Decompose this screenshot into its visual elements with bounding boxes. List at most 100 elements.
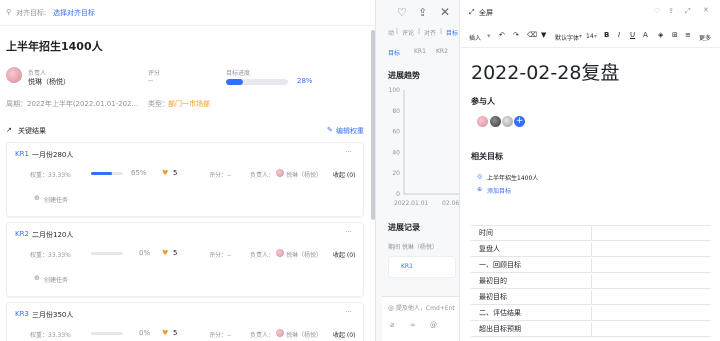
format-painter-icon[interactable]: ▼ (541, 31, 546, 39)
kr-progress-bar[interactable] (91, 252, 123, 255)
period-text: 周期：2022年上半年(2022.01.01-202... (6, 100, 139, 108)
table-row[interactable]: 时间 (471, 226, 711, 241)
side-item-goal[interactable]: 目标 (446, 28, 458, 37)
doc-topbar: ⤢ 全屏 ♡ ⇪ ⤢ ✕ (461, 0, 720, 24)
add-goal-icon[interactable]: ⊕ (477, 186, 482, 193)
fill-color-icon[interactable]: ◈ (658, 31, 663, 39)
kr-card-3[interactable]: KR3 三月份350人 ··· 权重：33.33% 0% ♥ 5 评分：-- 负… (6, 302, 364, 341)
thumb-icon[interactable]: ♡ (654, 7, 660, 15)
like-button-icon[interactable]: ♡ (397, 6, 407, 19)
close-icon[interactable]: ✕ (440, 5, 450, 19)
owner-name[interactable]: 悦琳（杨悦） (28, 77, 70, 87)
kr-id: KR3 (15, 310, 29, 318)
score-value: -- (148, 77, 154, 85)
tab-goal[interactable]: 目标 (388, 48, 400, 57)
italic-icon[interactable]: I (618, 31, 620, 39)
kr-id: KR1 (15, 150, 29, 158)
create-task-button[interactable]: 创建任务 (44, 195, 68, 204)
edit-weight-button[interactable]: 编辑权重 (336, 126, 364, 136)
kr-card-1[interactable]: KR1 一月份280人 ··· 权重：33.33% 65% ♥ 5 评分：-- … (6, 142, 364, 217)
kr-collect[interactable]: 收起 (0) (333, 250, 355, 259)
goal-title: 上半年招生1400人 (6, 40, 103, 53)
create-task-button[interactable]: 创建任务 (44, 275, 68, 284)
doc-title[interactable]: 2022-02-28复盘 (471, 58, 619, 85)
underline-icon[interactable]: U (630, 31, 635, 39)
link-icon[interactable]: ∞ (410, 321, 416, 329)
participant-avatar[interactable] (477, 116, 488, 127)
table-icon[interactable]: ⊞ (672, 31, 678, 39)
fullscreen-icon[interactable]: ⤢ (469, 8, 475, 17)
mention-icon[interactable]: @ (430, 321, 437, 329)
font-size-select[interactable]: 14 (586, 33, 594, 40)
y-tick-label: 40 (392, 149, 400, 156)
redo-icon[interactable]: ↷ (513, 31, 519, 39)
kr-collect[interactable]: 收起 (0) (333, 170, 355, 179)
side-item-comments[interactable]: 评论 (402, 28, 414, 37)
share-icon[interactable]: ⇪ (668, 7, 674, 15)
kr-weight: 权重：33.33% (30, 332, 71, 339)
tab-kr2[interactable]: KR2 (436, 48, 448, 55)
kr-card-2[interactable]: KR2 二月份120人 ··· 权重：33.33% 0% ♥ 5 评分：-- 负… (6, 222, 364, 297)
kr-header: 关键结果 (18, 127, 46, 135)
type-value[interactable]: 部门一市场部 (168, 99, 210, 109)
more-icon[interactable]: ··· (345, 148, 352, 156)
heart-icon: ♥ (162, 329, 169, 337)
participant-avatar[interactable] (502, 116, 513, 127)
add-task-icon[interactable]: ⊕ (34, 274, 40, 282)
add-participant-icon[interactable]: + (514, 116, 525, 127)
attach-icon[interactable]: ⌀ (390, 321, 394, 329)
font-select[interactable]: 默认字体 (555, 33, 579, 42)
insert-menu[interactable]: 插入 (469, 33, 481, 42)
comment-input[interactable]: @ 提及他人，Cmd+Ent (388, 303, 455, 312)
kr-progress-value: 65% (131, 169, 147, 177)
expand-icon[interactable]: ⤢ (685, 7, 691, 16)
undo-icon[interactable]: ↶ (499, 31, 505, 39)
side-item-align[interactable]: 对齐 (424, 28, 436, 37)
insert-chevron-icon[interactable]: ▾ (487, 32, 491, 40)
y-tick-label: 20 (392, 170, 400, 177)
share-icon[interactable]: ⇪ (418, 6, 427, 19)
kr-progress-bar[interactable] (91, 172, 123, 175)
fullscreen-button[interactable]: 全屏 (479, 8, 493, 18)
more-icon[interactable]: ··· (345, 308, 352, 316)
align-target-link[interactable]: 选择对齐目标 (53, 8, 95, 18)
add-goal-button[interactable]: 添加目标 (487, 186, 511, 195)
progress-value: 28% (297, 77, 313, 85)
table-row[interactable]: 最初目标 (471, 290, 711, 305)
participants-heading: 参与人 (471, 97, 495, 106)
trend-icon: ↗ (6, 126, 12, 134)
goal-side-panel: 动 | 评论 | 对齐 | 目标 目标 KR1 KR2 进展趋势 100 80 60… (376, 0, 460, 341)
text-color-icon[interactable]: A (643, 31, 648, 39)
kr-title[interactable]: 一月份280人 (32, 150, 73, 160)
size-chevron-icon[interactable]: ▾ (594, 33, 597, 40)
edit-weight-icon[interactable]: ✎ (327, 126, 333, 134)
related-goal[interactable]: 上半年招生1400人 (487, 173, 538, 182)
comment-box[interactable]: @ 提及他人，Cmd+Ent ⌀ ∞ @ (382, 296, 459, 341)
add-task-icon[interactable]: ⊕ (34, 194, 40, 202)
participant-avatar[interactable] (490, 116, 501, 127)
table-row[interactable]: 一、回顾目标 (471, 258, 711, 273)
table-row[interactable]: 超出目标预期 (471, 322, 711, 337)
kr-title[interactable]: 三月份350人 (32, 310, 73, 320)
table-row[interactable]: 复盘人 (471, 242, 711, 257)
close-icon[interactable]: ✕ (703, 6, 709, 14)
font-chevron-icon[interactable]: ▾ (579, 33, 582, 40)
table-row[interactable]: 二、评估结果 (471, 306, 711, 321)
more-icon[interactable]: ··· (345, 228, 352, 236)
record-card[interactable]: KR1 (388, 256, 456, 278)
kr-owner-avatar (276, 249, 284, 257)
bold-icon[interactable]: B (604, 31, 609, 39)
left-scrollbar[interactable] (371, 30, 375, 220)
goal-progress-bar[interactable] (226, 79, 288, 85)
align-icon[interactable]: ≡ (685, 31, 691, 39)
y-tick-label: 80 (392, 108, 400, 115)
kr-title[interactable]: 二月份120人 (32, 230, 73, 240)
heart-icon: ♥ (162, 169, 169, 177)
kr-progress-bar[interactable] (91, 332, 123, 335)
side-item-activity[interactable]: 动 (388, 28, 394, 37)
table-row[interactable]: 最初目的 (471, 274, 711, 289)
eraser-icon[interactable]: ⌫ (527, 31, 537, 39)
more-menu[interactable]: 更多 (699, 33, 711, 42)
kr-collect[interactable]: 收起 (0) (333, 330, 355, 339)
tab-kr1[interactable]: KR1 (414, 48, 426, 55)
